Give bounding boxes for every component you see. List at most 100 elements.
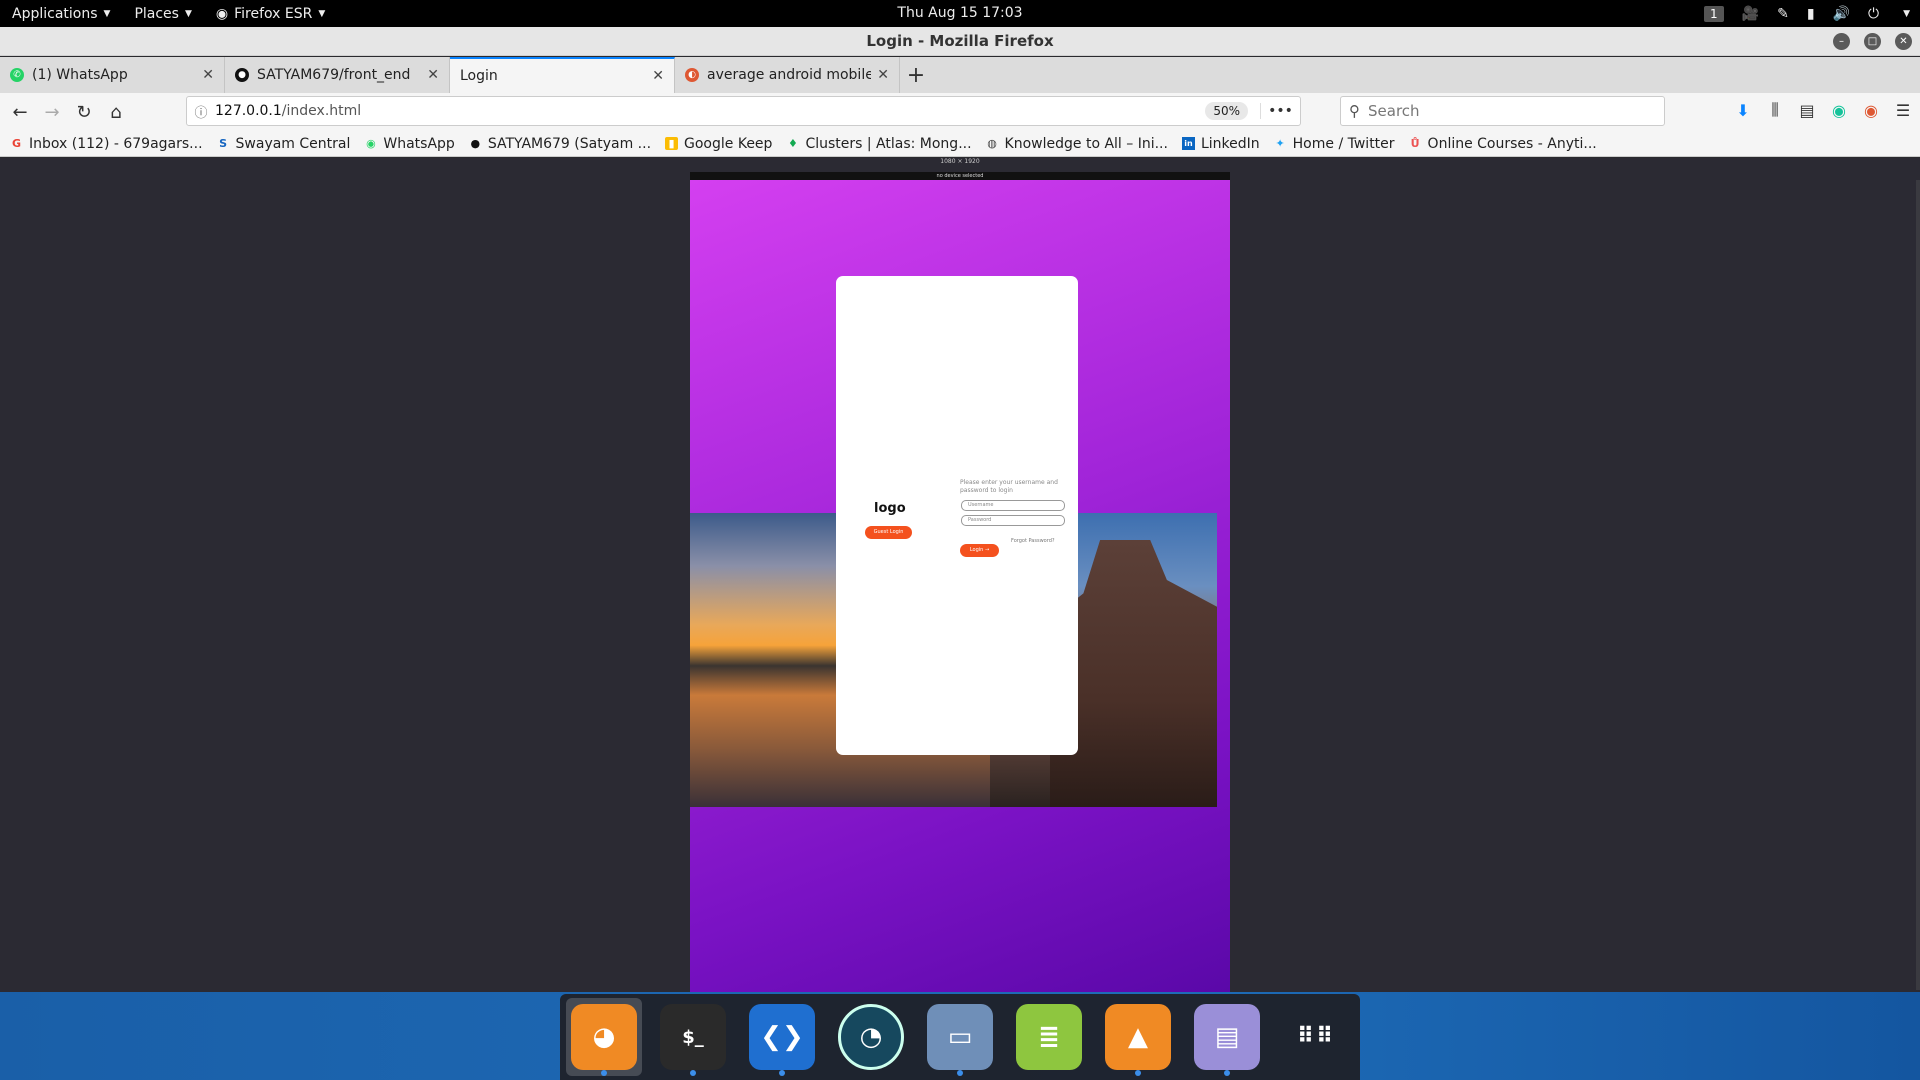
swayam-icon: S (219, 137, 227, 150)
bookmark-label: LinkedIn (1200, 135, 1260, 152)
screen-edit-icon[interactable]: ✎ (1777, 6, 1789, 22)
bookmark-gmail[interactable]: G Inbox (112) - 679agars... (10, 136, 203, 152)
dock-text-editor[interactable]: ▤ (1189, 998, 1265, 1076)
forgot-password-link[interactable]: Forgot Password? (1011, 538, 1055, 544)
bookmark-twitter[interactable]: ✦ Home / Twitter (1274, 136, 1395, 152)
network-icon[interactable]: ▮ (1807, 6, 1815, 22)
home-icon: ⌂ (110, 101, 122, 123)
window-title-bar[interactable]: Login - Mozilla Firefox – □ ✕ (0, 27, 1920, 56)
reload-button[interactable]: ↻ (68, 97, 100, 127)
tab-label: Login (460, 68, 498, 84)
page-scrollbar[interactable] (1916, 180, 1920, 990)
bookmark-linkedin[interactable]: in LinkedIn (1181, 135, 1260, 152)
mongodb-icon: ♦ (788, 137, 798, 150)
home-button[interactable]: ⌂ (100, 97, 132, 127)
terminal-icon: $_ (660, 1004, 726, 1070)
arrow-left-icon: ← (12, 101, 28, 123)
tab-duckduckgo[interactable]: ◐ average android mobile ✕ (675, 57, 900, 93)
extension-duckduckgo-icon[interactable]: ◉ (1860, 97, 1882, 123)
extension-grammarly-icon[interactable]: ◉ (1828, 97, 1850, 123)
dock-show-apps[interactable]: ⠿⠿ (1278, 998, 1354, 1076)
info-icon[interactable]: ⓘ (187, 102, 215, 121)
close-button[interactable]: ✕ (1895, 33, 1912, 50)
vscode-icon: ❮❯ (749, 1004, 815, 1070)
bookmark-udemy[interactable]: Ů Online Courses - Anyti... (1409, 136, 1597, 152)
firefox-app-menu[interactable]: ◉ Firefox ESR ▼ (204, 0, 337, 27)
new-tab-button[interactable]: + (900, 57, 932, 93)
back-button[interactable]: ← (4, 97, 36, 127)
bookmark-swayam[interactable]: S Swayam Central (217, 136, 350, 152)
bookmark-label: Home / Twitter (1292, 135, 1395, 152)
zoom-indicator[interactable]: 50% (1205, 102, 1248, 120)
dock-notes[interactable]: ≣ (1011, 998, 1087, 1076)
bookmark-google-keep[interactable]: ▮ Google Keep (665, 136, 772, 152)
applications-label: Applications (12, 5, 98, 22)
volume-icon[interactable]: 🔊 (1833, 6, 1850, 22)
system-tray: 1 🎥 ✎ ▮ 🔊 ⏻ ▼ (1704, 0, 1910, 27)
running-indicator (1135, 1070, 1141, 1076)
logo: logo (874, 501, 906, 516)
udemy-icon: Ů (1410, 137, 1420, 150)
page-content-area: 1080 × 1920 no device selected logo Gues… (0, 158, 1920, 992)
google-icon: G (11, 137, 22, 150)
twitter-icon: ✦ (1275, 137, 1285, 150)
tab-label: average android mobile (707, 67, 872, 83)
vlc-icon: ▲ (1105, 1004, 1171, 1070)
dock-vlc[interactable]: ▲ (1100, 998, 1176, 1076)
tab-whatsapp[interactable]: ✆ (1) WhatsApp ✕ (0, 57, 225, 93)
applications-menu[interactable]: Applications ▼ (0, 0, 122, 27)
arrow-right-icon: → (44, 101, 60, 123)
password-input[interactable]: Password (961, 515, 1065, 526)
firefox-icon: ◕ (571, 1004, 637, 1070)
stacer-icon: ◔ (838, 1004, 904, 1070)
app-grid-icon: ⠿⠿ (1296, 1024, 1336, 1049)
url-text[interactable]: 127.0.0.1/index.html (215, 103, 1205, 119)
minimize-button[interactable]: – (1833, 33, 1850, 50)
login-button[interactable]: Login → (960, 544, 999, 557)
forward-button[interactable]: → (36, 97, 68, 127)
bookmark-github[interactable]: ● SATYAM679 (Satyam ... (469, 136, 652, 152)
tab-login[interactable]: Login ✕ (450, 57, 675, 93)
search-icon: ⚲ (1349, 102, 1360, 120)
video-icon[interactable]: 🎥 (1742, 6, 1759, 22)
username-placeholder: Username (968, 502, 994, 508)
sidebar-icon[interactable]: ▤ (1796, 97, 1818, 123)
maximize-button[interactable]: □ (1864, 33, 1881, 50)
system-top-bar: Applications ▼ Places ▼ ◉ Firefox ESR ▼ Thu … (0, 0, 1920, 27)
dock-firefox[interactable]: ◕ (566, 998, 642, 1076)
dock-stacer[interactable]: ◔ (833, 998, 909, 1076)
bookmark-mongodb[interactable]: ♦ Clusters | Atlas: Mong... (786, 136, 972, 152)
rdm-device-selector[interactable]: no device selected (690, 172, 1230, 180)
places-menu[interactable]: Places ▼ (122, 0, 203, 27)
bookmark-knowledge[interactable]: ◍ Knowledge to All – Ini... (986, 136, 1168, 152)
page-actions-icon[interactable]: ••• (1260, 103, 1300, 119)
dock-terminal[interactable]: $_ (655, 998, 731, 1076)
hamburger-menu-icon[interactable]: ☰ (1892, 97, 1914, 123)
page-viewport: logo Guest Login Please enter your usern… (690, 180, 1230, 992)
workspace-indicator[interactable]: 1 (1704, 5, 1724, 22)
close-icon[interactable]: ✕ (877, 67, 889, 83)
close-icon[interactable]: ✕ (652, 68, 664, 84)
bookmark-whatsapp[interactable]: ◉ WhatsApp (364, 136, 455, 152)
tab-strip: ✆ (1) WhatsApp ✕ ● SATYAM679/front_end ✕… (0, 57, 1920, 93)
guest-login-button[interactable]: Guest Login (865, 526, 912, 539)
chevron-down-icon[interactable]: ▼ (1903, 9, 1910, 19)
dock-vscode[interactable]: ❮❯ (744, 998, 820, 1076)
duckduckgo-icon: ◐ (685, 68, 699, 82)
username-input[interactable]: Username (961, 500, 1065, 511)
window-title: Login - Mozilla Firefox (866, 32, 1054, 50)
whatsapp-icon: ◉ (366, 137, 376, 150)
tab-github[interactable]: ● SATYAM679/front_end ✕ (225, 57, 450, 93)
download-icon[interactable]: ⬇ (1732, 97, 1754, 123)
keep-icon: ▮ (665, 137, 679, 150)
power-icon[interactable]: ⏻ (1868, 6, 1879, 22)
library-icon[interactable]: ⫼ (1764, 97, 1786, 123)
bookmark-label: Online Courses - Anyti... (1427, 135, 1597, 152)
search-input[interactable]: ⚲ Search (1340, 96, 1665, 126)
close-icon[interactable]: ✕ (427, 67, 439, 83)
bookmark-label: Google Keep (684, 135, 773, 152)
url-bar[interactable]: ⓘ 127.0.0.1/index.html 50% ••• (186, 96, 1301, 126)
close-icon[interactable]: ✕ (202, 67, 214, 83)
application-dock: ◕ $_ ❮❯ ◔ ▭ ≣ ▲ ▤ ⠿⠿ (560, 994, 1360, 1080)
dock-files[interactable]: ▭ (922, 998, 998, 1076)
